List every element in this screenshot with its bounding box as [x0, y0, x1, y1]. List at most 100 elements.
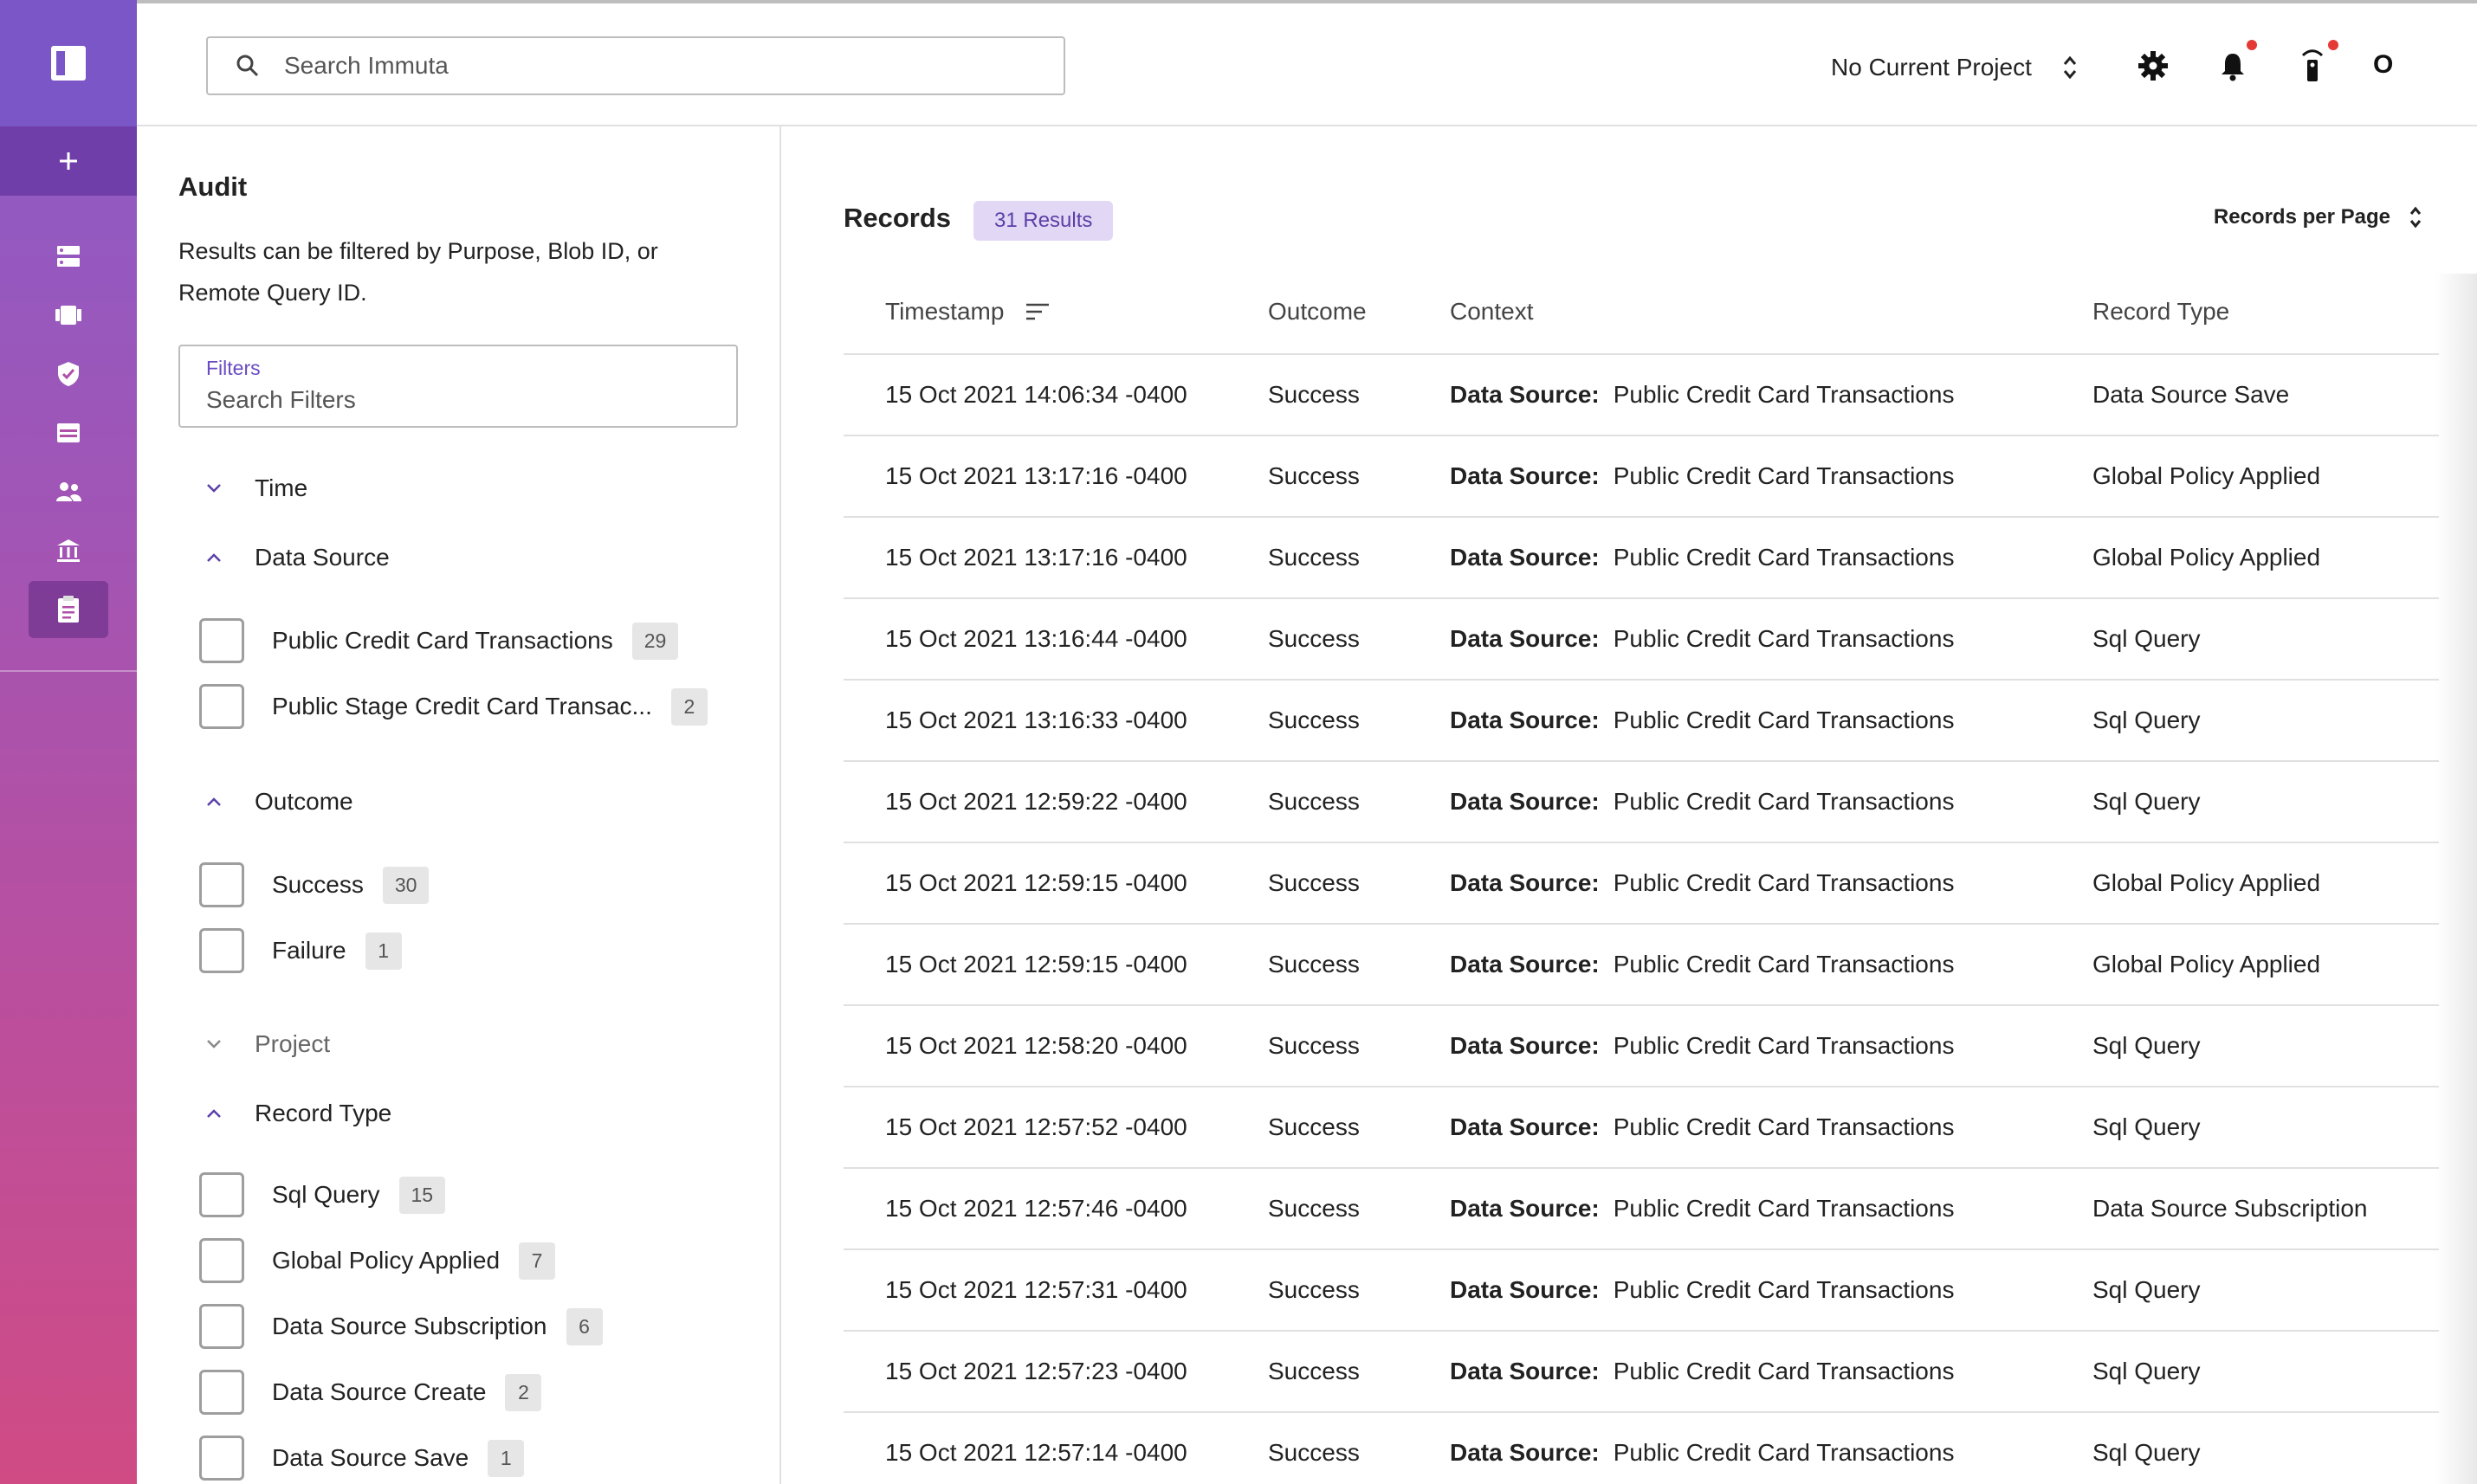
- checkbox[interactable]: [199, 1304, 244, 1349]
- section-record-type[interactable]: Record Type: [199, 1094, 391, 1132]
- app-logo[interactable]: [0, 0, 137, 126]
- context-value: Public Credit Card Transactions: [1613, 1195, 1955, 1222]
- context-key: Data Source:: [1450, 625, 1600, 652]
- remote-button[interactable]: [2293, 40, 2338, 85]
- cell-record-type: Global Policy Applied: [2092, 951, 2321, 978]
- project-selector[interactable]: No Current Project: [1831, 48, 2079, 87]
- table-row[interactable]: 15 Oct 2021 12:59:15 -0400 Success Data So…: [844, 925, 2439, 1006]
- avatar[interactable]: O: [2373, 50, 2393, 80]
- remote-dot: [2328, 40, 2338, 50]
- sidebar-item-people[interactable]: [0, 462, 137, 521]
- checkbox[interactable]: [199, 1370, 244, 1415]
- table-row[interactable]: 15 Oct 2021 14:06:34 -0400 Success Data So…: [844, 355, 2439, 436]
- table-row[interactable]: 15 Oct 2021 13:17:16 -0400 Success Data So…: [844, 518, 2439, 599]
- cell-timestamp: 15 Oct 2021 14:06:34 -0400: [885, 381, 1187, 408]
- table-row[interactable]: 15 Oct 2021 12:57:52 -0400 Success Data So…: [844, 1087, 2439, 1169]
- option-record-type-3[interactable]: Data Source Create 2: [199, 1368, 542, 1416]
- checkbox[interactable]: [199, 862, 244, 907]
- results-badge: 31 Results: [973, 201, 1114, 241]
- context-key: Data Source:: [1450, 707, 1600, 733]
- col-record-type[interactable]: Record Type: [2092, 298, 2229, 326]
- chevron-up-icon: [207, 797, 221, 806]
- option-count: 2: [670, 687, 708, 726]
- option-data-source-1[interactable]: Public Stage Credit Card Transac... 2: [199, 682, 708, 731]
- col-context[interactable]: Context: [1450, 298, 1534, 326]
- filter-search-input[interactable]: [206, 386, 691, 414]
- section-label: Record Type: [255, 1100, 392, 1126]
- col-timestamp[interactable]: Timestamp: [885, 298, 1051, 326]
- table-row[interactable]: 15 Oct 2021 13:16:33 -0400 Success Data So…: [844, 681, 2439, 762]
- sidebar-item-governance[interactable]: [0, 521, 137, 580]
- cell-timestamp: 15 Oct 2021 12:57:31 -0400: [885, 1276, 1187, 1303]
- option-record-type-1[interactable]: Global Policy Applied 7: [199, 1236, 556, 1285]
- option-count: 7: [519, 1242, 556, 1280]
- cell-outcome: Success: [1268, 625, 1360, 652]
- records-table: Timestamp Outcome Context Record Type 15…: [844, 274, 2439, 1484]
- cell-record-type: Global Policy Applied: [2092, 544, 2321, 571]
- table-row[interactable]: 15 Oct 2021 13:17:16 -0400 Success Data So…: [844, 436, 2439, 518]
- table-row[interactable]: 15 Oct 2021 12:57:23 -0400 Success Data So…: [844, 1332, 2439, 1413]
- projects-icon: [55, 306, 81, 325]
- table-row[interactable]: 15 Oct 2021 12:58:20 -0400 Success Data So…: [844, 1006, 2439, 1087]
- checkbox[interactable]: [199, 928, 244, 973]
- option-data-source-0[interactable]: Public Credit Card Transactions 29: [199, 616, 679, 665]
- cell-record-type: Sql Query: [2092, 1439, 2201, 1466]
- sidebar-item-data-sources[interactable]: [0, 227, 137, 286]
- create-button[interactable]: [0, 126, 137, 196]
- table-header: Timestamp Outcome Context Record Type: [844, 274, 2439, 355]
- search-input[interactable]: [284, 52, 977, 80]
- global-search[interactable]: [206, 36, 1065, 95]
- cell-timestamp: 15 Oct 2021 13:16:44 -0400: [885, 625, 1187, 652]
- checkbox[interactable]: [199, 1172, 244, 1217]
- option-record-type-4[interactable]: Data Source Save 1: [199, 1434, 525, 1482]
- col-outcome[interactable]: Outcome: [1268, 298, 1367, 326]
- option-outcome-0[interactable]: Success 30: [199, 861, 430, 909]
- option-label: Data Source Subscription: [272, 1313, 547, 1339]
- cell-outcome: Success: [1268, 788, 1360, 815]
- gear-icon: [2138, 51, 2168, 81]
- cell-record-type: Global Policy Applied: [2092, 462, 2321, 489]
- unfold-icon: [2409, 206, 2422, 229]
- context-value: Public Credit Card Transactions: [1613, 869, 1955, 896]
- cell-context: Data Source: Public Credit Card Transacti…: [1450, 788, 1954, 816]
- sidebar-item-audit[interactable]: [0, 580, 137, 639]
- cell-timestamp: 15 Oct 2021 12:57:14 -0400: [885, 1439, 1187, 1466]
- table-row[interactable]: 15 Oct 2021 12:59:22 -0400 Success Data So…: [844, 762, 2439, 843]
- sidebar-item-projects[interactable]: [0, 286, 137, 345]
- option-outcome-1[interactable]: Failure 1: [199, 926, 402, 975]
- sidebar-item-query-editor[interactable]: [0, 403, 137, 462]
- sidebar-item-policies[interactable]: [0, 345, 137, 403]
- table-row[interactable]: 15 Oct 2021 12:57:46 -0400 Success Data So…: [844, 1169, 2439, 1250]
- section-data-source[interactable]: Data Source: [199, 539, 390, 577]
- option-label: Public Stage Credit Card Transac...: [272, 693, 652, 719]
- section-project[interactable]: Project: [199, 1025, 330, 1063]
- cell-outcome: Success: [1268, 462, 1360, 489]
- table-row[interactable]: 15 Oct 2021 12:57:14 -0400 Success Data So…: [844, 1413, 2439, 1484]
- context-value: Public Credit Card Transactions: [1613, 1032, 1955, 1059]
- cell-context: Data Source: Public Credit Card Transacti…: [1450, 1439, 1954, 1467]
- section-time[interactable]: Time: [199, 469, 307, 507]
- records-per-page-select[interactable]: Records per Page: [2214, 204, 2423, 230]
- checkbox[interactable]: [199, 1436, 244, 1481]
- cell-outcome: Success: [1268, 1439, 1360, 1466]
- sort-icon[interactable]: [1025, 301, 1051, 322]
- section-outcome[interactable]: Outcome: [199, 783, 353, 821]
- option-label: Data Source Create: [272, 1378, 487, 1405]
- filter-search-field[interactable]: Filters: [178, 345, 738, 428]
- cell-context: Data Source: Public Credit Card Transacti…: [1450, 1358, 1954, 1385]
- checkbox[interactable]: [199, 618, 244, 663]
- context-value: Public Credit Card Transactions: [1613, 544, 1955, 571]
- table-row[interactable]: 15 Oct 2021 12:57:31 -0400 Success Data So…: [844, 1250, 2439, 1332]
- option-record-type-2[interactable]: Data Source Subscription 6: [199, 1302, 603, 1351]
- notifications-button[interactable]: [2214, 40, 2257, 85]
- table-row[interactable]: 15 Oct 2021 12:59:15 -0400 Success Data So…: [844, 843, 2439, 925]
- context-value: Public Credit Card Transactions: [1613, 788, 1955, 815]
- option-record-type-0[interactable]: Sql Query 15: [199, 1171, 446, 1219]
- context-value: Public Credit Card Transactions: [1613, 1276, 1955, 1303]
- cell-record-type: Global Policy Applied: [2092, 869, 2321, 896]
- checkbox[interactable]: [199, 1238, 244, 1283]
- checkbox[interactable]: [199, 684, 244, 729]
- table-row[interactable]: 15 Oct 2021 13:16:44 -0400 Success Data So…: [844, 599, 2439, 681]
- cell-outcome: Success: [1268, 951, 1360, 978]
- settings-button[interactable]: [2134, 47, 2172, 85]
